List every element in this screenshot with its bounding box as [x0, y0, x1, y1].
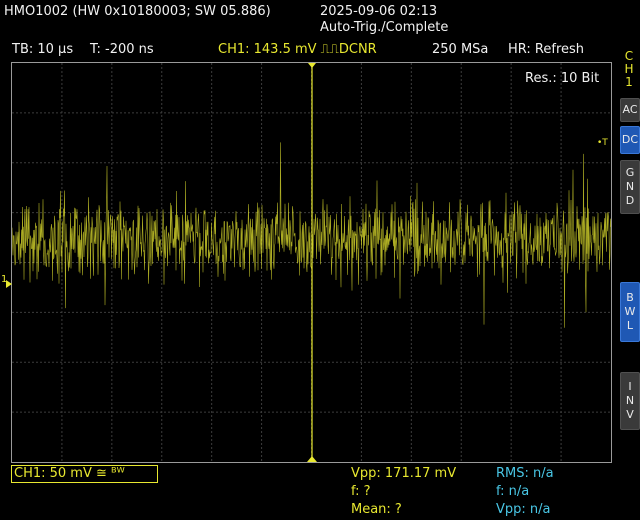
timebase-readout[interactable]: TB: 10 µs: [12, 42, 73, 58]
gnd-letter-d: D: [625, 194, 635, 207]
inv-letter-i: I: [628, 380, 632, 393]
gnd-letter-g: G: [625, 166, 635, 179]
trigger-level-marker[interactable]: •T: [597, 135, 608, 151]
gnd-coupling-button[interactable]: G N D: [620, 160, 640, 214]
waveform-canvas: [12, 63, 611, 462]
device-info: HMO1002 (HW 0x10180003; SW 05.886): [4, 4, 271, 19]
bwl-letter-w: W: [624, 305, 636, 318]
channel-side-panel: C H 1 AC DC G N D B W L I N V: [618, 44, 640, 520]
channel-trigger-readout[interactable]: CH1: 143.5 mV ⎍⎍DCNR: [218, 42, 377, 58]
hr-mode-readout[interactable]: HR: Refresh: [508, 42, 584, 58]
mean-readout: Mean: ?: [351, 502, 402, 517]
channel-label-1: 1: [625, 75, 633, 89]
inv-letter-n: N: [625, 394, 635, 407]
sample-rate-readout[interactable]: 250 MSa: [432, 42, 488, 58]
bwl-letter-l: L: [626, 319, 634, 332]
ch1-setting-box[interactable]: CH1: 50 mV ≅ ᴮᵂ: [11, 465, 158, 483]
invert-button[interactable]: I N V: [620, 372, 640, 430]
ch1-ground-arrow-icon: [6, 280, 12, 288]
bwl-letter-b: B: [626, 291, 634, 304]
datetime: 2025-09-06 02:13: [320, 4, 438, 19]
inv-letter-v: V: [626, 408, 634, 421]
trigger-position-top-marker[interactable]: [308, 63, 316, 68]
trigger-time-readout[interactable]: T: -200 ns: [90, 42, 154, 58]
resolution-readout: Res.: 10 Bit: [525, 71, 600, 86]
dc-coupling-button[interactable]: DC: [620, 126, 640, 154]
bwl-button[interactable]: B W L: [620, 282, 640, 342]
ac-coupling-label: AC: [622, 103, 638, 116]
frequency-readout: f: ?: [351, 484, 371, 499]
vpp-na-readout: Vpp: n/a: [496, 502, 551, 517]
gnd-letter-n: N: [625, 180, 635, 193]
dc-coupling-label: DC: [621, 133, 639, 146]
trigger-status: Auto-Trig./Complete: [320, 20, 449, 35]
trigger-position-bottom-marker[interactable]: [307, 456, 317, 462]
rms-readout: RMS: n/a: [496, 466, 554, 481]
frequency-na-readout: f: n/a: [496, 484, 530, 499]
ac-coupling-button[interactable]: AC: [620, 98, 640, 122]
waveform-display[interactable]: Res.: 10 Bit •T: [11, 62, 612, 463]
vpp-readout: Vpp: 171.17 mV: [351, 466, 457, 481]
